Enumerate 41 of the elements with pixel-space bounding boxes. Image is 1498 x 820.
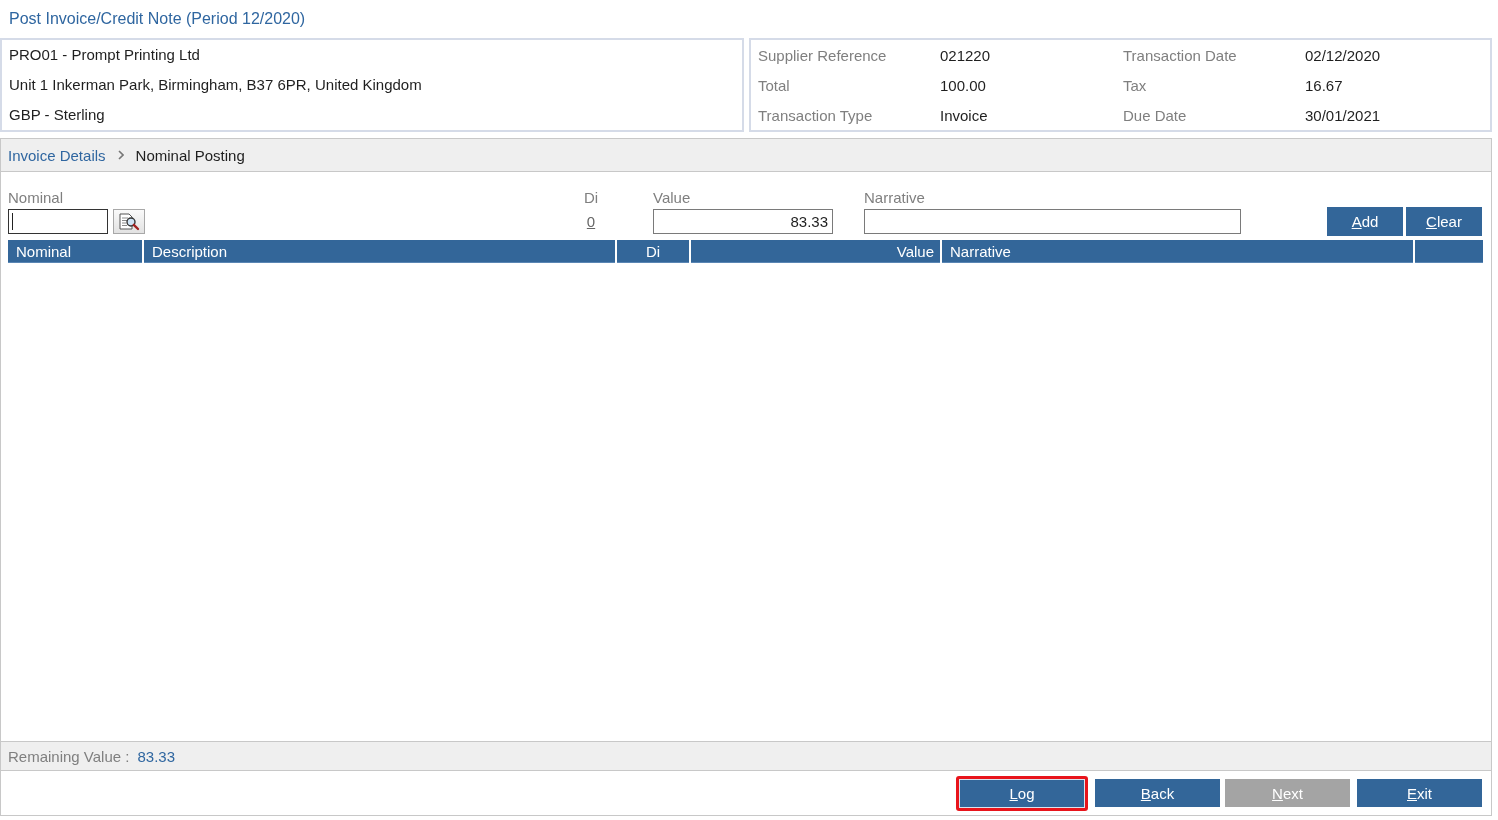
supplier-line: GBP - Sterling	[9, 105, 106, 125]
remaining-label: Remaining Value :	[8, 747, 130, 765]
column-header[interactable]: Nominal	[8, 240, 142, 263]
nominal-label: Nominal	[8, 189, 64, 208]
detail-value: 16.67	[1305, 76, 1343, 94]
value-label: Value	[653, 189, 691, 208]
column-header[interactable]: Description	[144, 240, 615, 263]
remaining-value: 83.33	[137, 747, 175, 765]
di-label: Di	[583, 189, 599, 208]
supplier-line: PRO01 - Prompt Printing Ltd	[9, 45, 201, 65]
breadcrumb-link[interactable]: Invoice Details	[8, 146, 106, 164]
detail-label: Tax	[1123, 76, 1147, 94]
lookup-button[interactable]	[113, 209, 145, 234]
detail-value: Invoice	[940, 106, 988, 124]
detail-label: Transaction Date	[1123, 46, 1237, 64]
detail-label: Due Date	[1123, 106, 1187, 124]
detail-label: Transaction Type	[758, 106, 873, 124]
page-title: Post Invoice/Credit Note (Period 12/2020)	[8, 9, 307, 29]
action-button[interactable]: Exit	[1357, 779, 1482, 807]
column-header[interactable]: Narrative	[942, 240, 1413, 263]
form-button[interactable]: Add	[1327, 207, 1403, 236]
detail-value: 30/01/2021	[1305, 106, 1381, 124]
narrative-input[interactable]	[864, 209, 1241, 234]
narrative-label: Narrative	[864, 189, 925, 208]
column-header[interactable]: Di	[617, 240, 689, 263]
detail-value: 021220	[940, 46, 991, 64]
supplier-line: Unit 1 Inkerman Park, Birmingham, B37 6PR, United Kingdom	[9, 75, 423, 95]
chevron-right-icon	[117, 150, 124, 160]
nominal-input[interactable]	[8, 209, 108, 234]
value-input[interactable]: 83.33	[653, 209, 833, 234]
document-search-icon	[118, 212, 140, 231]
detail-value: 02/12/2020	[1305, 46, 1381, 64]
detail-label: Total	[758, 76, 790, 94]
breadcrumb-current: Nominal Posting	[135, 146, 245, 164]
action-button[interactable]: Back	[1095, 779, 1220, 807]
action-button[interactable]: Log	[956, 775, 1088, 811]
detail-label: Supplier Reference	[758, 46, 887, 64]
column-header[interactable]: Value	[691, 240, 940, 263]
form-button[interactable]: Clear	[1406, 207, 1482, 236]
detail-value: 100.00	[940, 76, 986, 94]
di-link[interactable]: 0	[586, 209, 596, 234]
